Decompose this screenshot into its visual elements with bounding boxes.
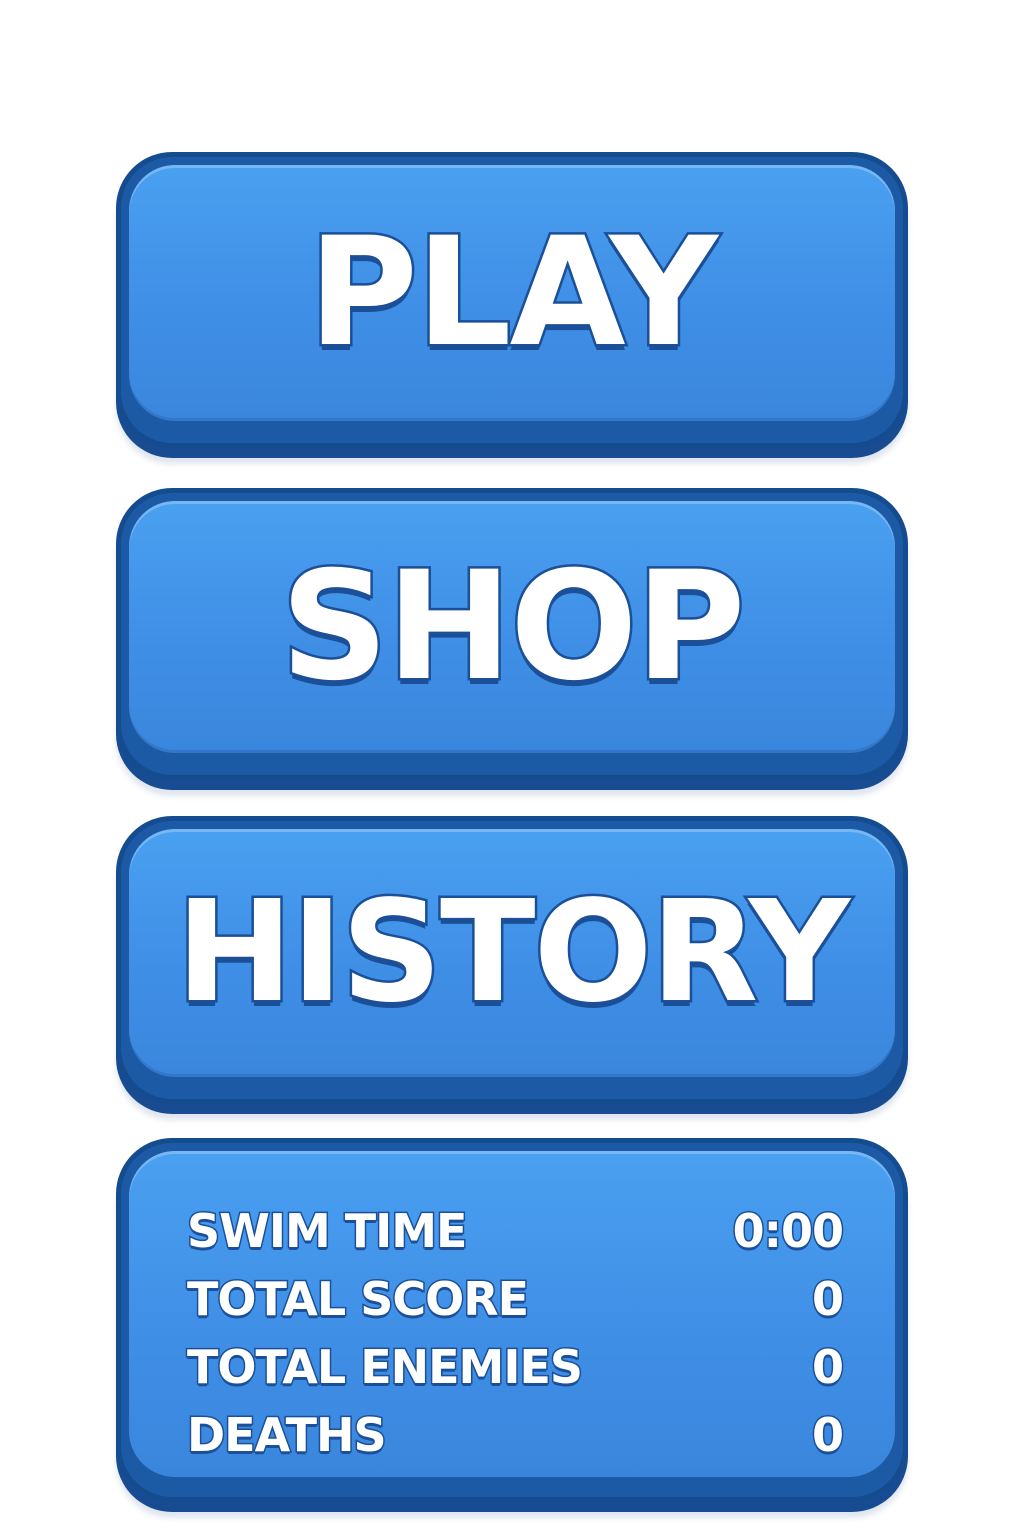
- stat-label: DEATHS: [186, 1408, 389, 1462]
- shop-button[interactable]: SHOP: [116, 488, 908, 780]
- stat-row-total-enemies: TOTAL ENEMIES 0: [185, 1337, 845, 1397]
- stats-panel-face: SWIM TIME 0:00 TOTAL SCORE 0 TOTAL ENEMI…: [129, 1151, 895, 1477]
- stat-value: 0: [810, 1340, 845, 1394]
- shop-button-label: SHOP: [278, 540, 748, 714]
- stat-label: SWIM TIME: [185, 1204, 468, 1258]
- stat-label: TOTAL ENEMIES: [185, 1340, 584, 1394]
- stat-row-total-score: TOTAL SCORE 0: [185, 1269, 845, 1329]
- history-button-face: HISTORY: [129, 829, 895, 1077]
- history-button[interactable]: HISTORY: [116, 816, 908, 1104]
- stat-value: 0: [810, 1408, 845, 1462]
- play-button-face: PLAY: [129, 165, 895, 421]
- stat-row-deaths: DEATHS 0: [186, 1405, 846, 1465]
- stat-label: TOTAL SCORE: [185, 1272, 530, 1326]
- stat-value: 0: [810, 1272, 845, 1326]
- shop-button-face: SHOP: [129, 501, 895, 753]
- play-button[interactable]: PLAY: [116, 152, 908, 448]
- stat-value: 0:00: [731, 1204, 845, 1258]
- stat-row-swim-time: SWIM TIME 0:00: [185, 1201, 845, 1261]
- play-button-label: PLAY: [306, 206, 721, 380]
- history-button-label: HISTORY: [173, 871, 852, 1034]
- stats-panel: SWIM TIME 0:00 TOTAL SCORE 0 TOTAL ENEMI…: [116, 1138, 908, 1502]
